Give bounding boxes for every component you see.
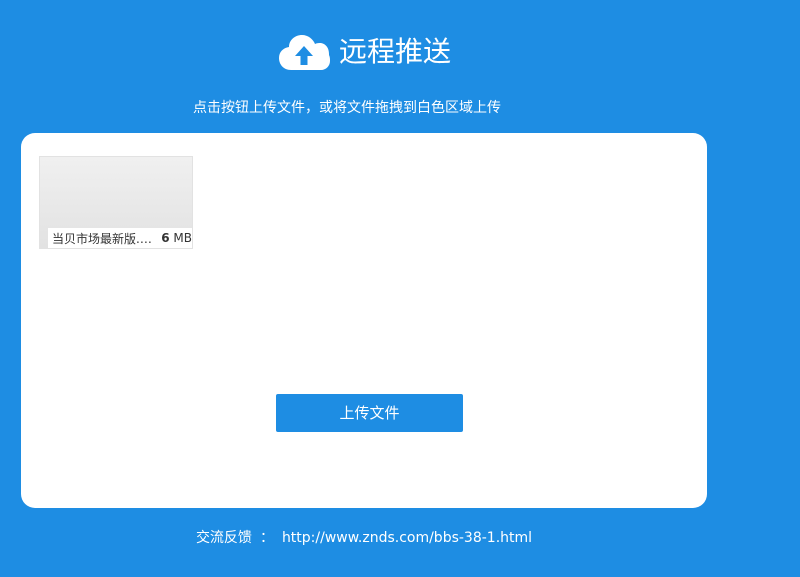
file-size-unit: MB xyxy=(173,231,192,245)
file-size: 6 MB xyxy=(161,231,192,245)
upload-instruction: 点击按钮上传文件，或将文件拖拽到白色区域上传 xyxy=(193,100,501,116)
file-info: 当贝市场最新版.a... 6 MB xyxy=(48,228,192,248)
feedback-separator: ： xyxy=(259,530,274,546)
cloud-upload-icon xyxy=(278,35,330,70)
upload-dropzone[interactable]: 当贝市场最新版.a... 6 MB 上传文件 xyxy=(21,133,707,508)
file-thumbnail xyxy=(40,157,192,228)
remote-push-page: 远程推送 点击按钮上传文件，或将文件拖拽到白色区域上传 当贝市场最新版.a...… xyxy=(0,0,800,577)
page-header: 远程推送 xyxy=(0,30,728,74)
file-name: 当贝市场最新版.a... xyxy=(52,231,158,246)
upload-file-button[interactable]: 上传文件 xyxy=(276,394,463,432)
feedback-footer: 交流反馈 ： http://www.znds.com/bbs-38-1.html xyxy=(0,528,728,548)
page-title: 远程推送 xyxy=(338,35,451,68)
feedback-label: 交流反馈 xyxy=(195,530,252,546)
file-size-value: 6 xyxy=(161,231,170,245)
file-item[interactable]: 当贝市场最新版.a... 6 MB xyxy=(39,156,193,249)
feedback-link[interactable]: http://www.znds.com/bbs-38-1.html xyxy=(282,530,532,546)
